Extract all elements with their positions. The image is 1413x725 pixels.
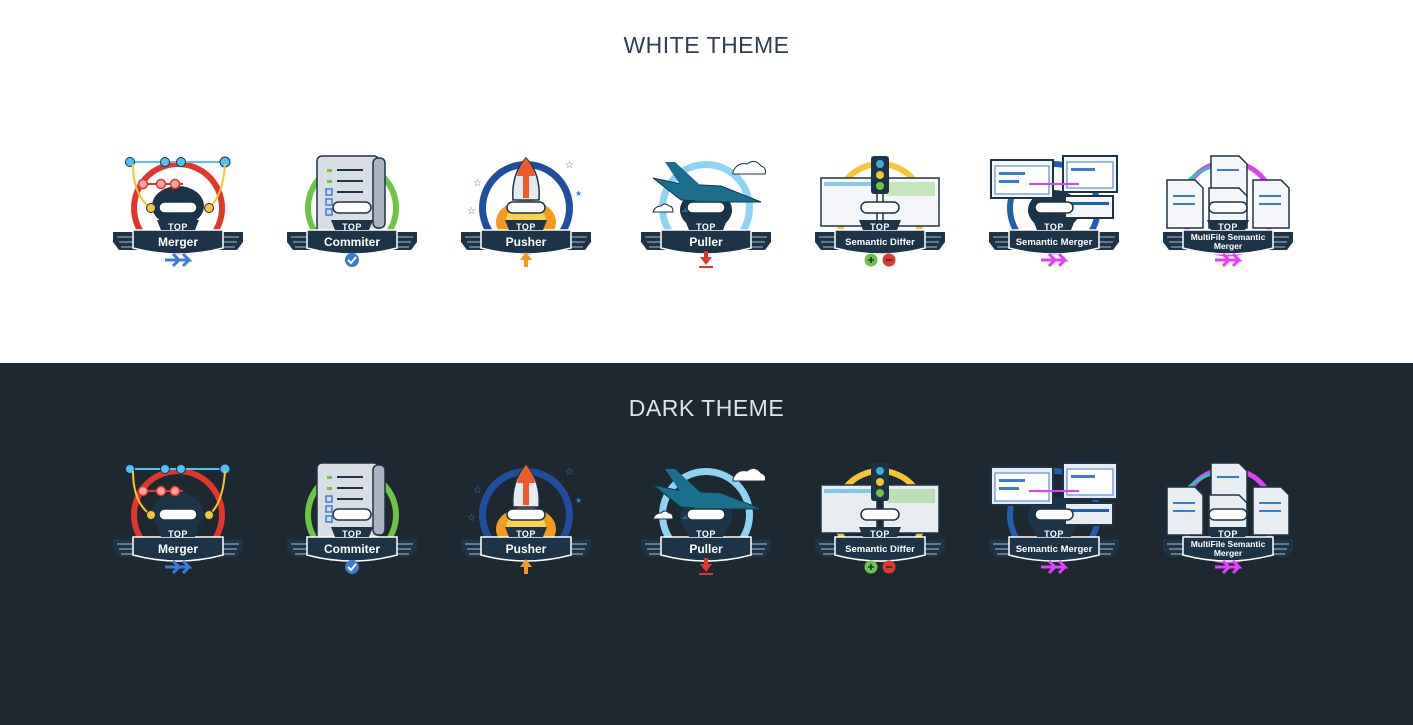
badge-merger: TOP Merger bbox=[113, 156, 243, 276]
badge-name-label: Commiter bbox=[323, 235, 380, 249]
badge-puller: TOP Puller bbox=[641, 463, 771, 583]
badge-semantic-merger: TOP Semantic Merger bbox=[989, 155, 1119, 276]
badge-semantic-merger: TOP Semantic Merger bbox=[989, 462, 1119, 583]
badge-top-label: TOP bbox=[1044, 222, 1064, 232]
badge-name-label: Merger bbox=[157, 235, 198, 249]
svg-text:☆: ☆ bbox=[565, 160, 574, 171]
badge-pusher: ☆ ☆ ☆ ★ TOP Pusher bbox=[461, 463, 591, 583]
up-arrow-icon bbox=[516, 559, 536, 575]
badge-multifile-semantic-merger: TOP MultiFile Semantic Merger bbox=[1163, 462, 1293, 583]
badge-commiter: TOP Commiter bbox=[287, 155, 417, 276]
double-arrow-icon bbox=[168, 252, 188, 268]
svg-text:☆: ☆ bbox=[473, 485, 482, 496]
down-arrow-icon bbox=[696, 252, 716, 268]
badge-top-label: TOP bbox=[696, 529, 716, 539]
double-arrow-icon bbox=[1044, 252, 1064, 268]
badge-pusher: ☆ ☆ ☆ ★ TOP Pusher bbox=[461, 156, 591, 276]
dark-theme-title: DARK THEME bbox=[628, 395, 785, 421]
plus-minus-icon bbox=[870, 252, 890, 268]
badge-top-label: TOP bbox=[516, 222, 536, 232]
badge-multifile-semantic-merger: TOP MultiFile Semantic Merger bbox=[1163, 155, 1293, 276]
double-arrow-icon bbox=[168, 559, 188, 575]
badge-semantic-differ: TOP Semantic Differ bbox=[815, 156, 945, 276]
badge-name-label: Pusher bbox=[505, 542, 547, 556]
badge-name-label: MultiFile Semantic Merger bbox=[1190, 232, 1266, 251]
white-badge-row: TOP Merger TOP Commiter ☆ ☆ ☆ ★ TOP Push… bbox=[0, 155, 1413, 276]
badge-top-label: TOP bbox=[1218, 529, 1238, 539]
svg-text:☆: ☆ bbox=[473, 178, 482, 189]
badge-name-label: Semantic Merger bbox=[1015, 544, 1093, 555]
badge-top-label: TOP bbox=[870, 222, 890, 232]
badge-top-label: TOP bbox=[696, 222, 716, 232]
dark-theme-section: DARK THEME TOP Merger TOP Commiter ☆ ☆ ☆… bbox=[0, 363, 1413, 725]
white-theme-section: WHITE THEME TOP Merger TOP Commiter ☆ ☆ … bbox=[0, 0, 1413, 363]
svg-text:☆: ☆ bbox=[467, 513, 476, 524]
svg-text:★: ★ bbox=[575, 496, 582, 505]
down-arrow-icon bbox=[696, 559, 716, 575]
badge-name-label: Semantic Merger bbox=[1015, 237, 1093, 248]
svg-text:☆: ☆ bbox=[467, 206, 476, 217]
badge-merger: TOP Merger bbox=[113, 463, 243, 583]
badge-name-label: Pusher bbox=[505, 235, 547, 249]
badge-name-label: MultiFile Semantic Merger bbox=[1190, 539, 1266, 558]
badge-top-label: TOP bbox=[168, 222, 188, 232]
badge-top-label: TOP bbox=[342, 529, 362, 539]
badge-name-label: Semantic Differ bbox=[845, 237, 915, 248]
badge-semantic-differ: TOP Semantic Differ bbox=[815, 463, 945, 583]
badge-top-label: TOP bbox=[1044, 529, 1064, 539]
plus-minus-icon bbox=[870, 559, 890, 575]
badge-top-label: TOP bbox=[516, 529, 536, 539]
badge-top-label: TOP bbox=[870, 529, 890, 539]
double-arrow-icon bbox=[1218, 559, 1238, 575]
dark-badge-row: TOP Merger TOP Commiter ☆ ☆ ☆ ★ TOP Push… bbox=[0, 462, 1413, 583]
badge-name-label: Puller bbox=[689, 542, 723, 556]
svg-text:★: ★ bbox=[575, 189, 582, 198]
badge-commiter: TOP Commiter bbox=[287, 462, 417, 583]
double-arrow-icon bbox=[1218, 252, 1238, 268]
check-circle-icon bbox=[342, 252, 362, 268]
svg-text:☆: ☆ bbox=[565, 467, 574, 478]
badge-name-label: Semantic Differ bbox=[845, 544, 915, 555]
badge-name-label: Commiter bbox=[323, 542, 380, 556]
badge-top-label: TOP bbox=[1218, 222, 1238, 232]
white-theme-title: WHITE THEME bbox=[623, 32, 790, 58]
badge-top-label: TOP bbox=[342, 222, 362, 232]
badge-puller: TOP Puller bbox=[641, 156, 771, 276]
badge-name-label: Merger bbox=[157, 542, 198, 556]
double-arrow-icon bbox=[1044, 559, 1064, 575]
badge-name-label: Puller bbox=[689, 235, 723, 249]
up-arrow-icon bbox=[516, 252, 536, 268]
check-circle-icon bbox=[342, 559, 362, 575]
badge-top-label: TOP bbox=[168, 529, 188, 539]
